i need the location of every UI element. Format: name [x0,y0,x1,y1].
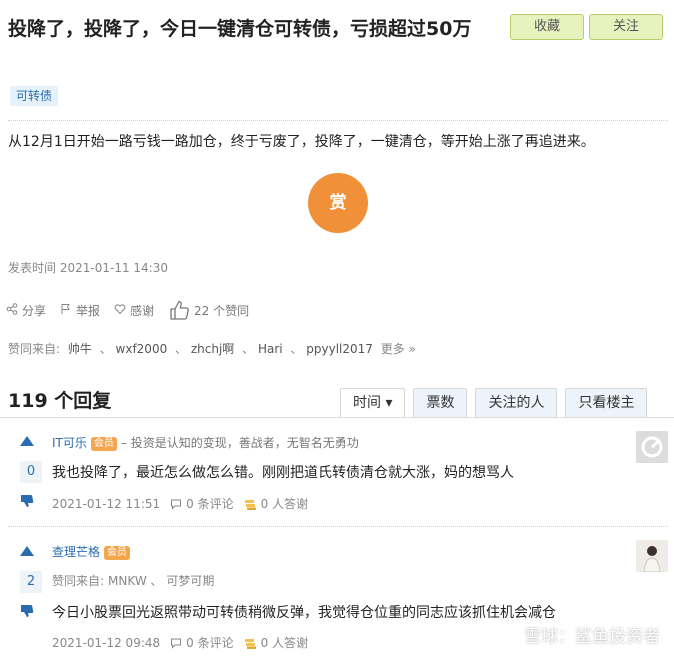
reply-count-title: 119 个回复 [8,390,112,412]
avatar[interactable] [636,431,668,463]
reward-button[interactable]: 赏 [308,173,368,233]
collect-button[interactable]: 收藏 [510,14,584,40]
comments-count: 0 条评论 [186,497,234,511]
like-button[interactable]: 22 个赞同 [168,299,249,321]
thanks-count: 0 人答谢 [260,636,309,650]
reply-likers-names[interactable]: MNKW 、 可梦可期 [108,572,214,589]
follow-button[interactable]: 关注 [589,14,663,40]
reply-likers-prefix: 赞同来自: [52,574,105,588]
coins-icon [244,499,256,510]
likers-more-link[interactable]: 更多 » [381,342,416,356]
tab-votes[interactable]: 票数 [413,388,468,418]
avatar[interactable] [636,540,668,572]
reply-sort-tabs: 时间 ▾ 票数 关注的人 只看楼主 [340,388,648,418]
flag-icon [60,303,72,318]
post-time-value: 2021-01-11 14:30 [59,261,168,275]
post-time: 发表时间 2021-01-11 14:30 [8,259,168,276]
divider [8,120,668,121]
tab-following[interactable]: 关注的人 [475,388,558,418]
vote-count: 2 [20,571,42,593]
user-bio: – 投资是认知的变现，善战者，无智名无勇功 [120,436,359,450]
divider [0,417,674,418]
comments-button[interactable]: 0 条评论 [170,634,234,651]
report-button[interactable]: 举报 [60,302,100,319]
heart-icon [114,303,126,318]
reply-meta: 2021-01-12 09:48 0 条评论 0 人答谢 [52,634,308,651]
username-link[interactable]: IT可乐 [52,436,87,450]
reply-text: 我也投降了，最近怎么做怎么错。刚刚把道氏转债清仓就大涨，妈的想骂人 [52,465,514,481]
liker-name[interactable]: 帅牛 [68,342,92,356]
upvote-icon[interactable] [20,546,34,556]
like-count: 22 个赞同 [194,303,250,318]
thumbs-down-icon[interactable] [20,494,34,508]
comments-count: 0 条评论 [186,636,234,650]
share-button[interactable]: 分享 [6,302,46,319]
reply-time: 2021-01-12 09:48 [52,635,161,650]
reply-likers: 赞同来自: MNKW 、 可梦可期 [52,572,214,589]
share-icon [6,302,18,318]
tab-time[interactable]: 时间 ▾ [340,388,406,418]
post-content: 从12月1日开始一路亏钱一路加仓，终于亏废了，投降了，一键清仓，等开始上涨了再追… [8,134,595,150]
post-title: 投降了，投降了，今日一键清仓可转债，亏损超过50万 [8,18,472,40]
topic-tag[interactable]: 可转债 [10,86,59,106]
coins-icon [244,638,256,649]
thanks-button[interactable]: 感谢 [114,302,154,319]
reply-text: 今日小股票回光返照带动可转债稍微反弹，我觉得仓位重的同志应该抓住机会减仓 [52,605,556,621]
watermark: 雪球：鲨鱼投资者 [524,627,660,647]
reply-author: 查理芒格 会员 [52,543,131,560]
liker-name[interactable]: zhchj啊 [191,342,234,356]
likers-prefix: 赞同来自: [8,342,61,356]
post-time-label: 发表时间 [8,261,57,275]
likers-line: 赞同来自: 帅牛 、 wxf2000 、 zhchj啊 、 Hari 、 ppy… [8,342,416,356]
comment-icon [171,638,182,649]
reply-meta: 2021-01-12 11:51 0 条评论 0 人答谢 [52,495,308,512]
thanks-count-button[interactable]: 0 人答谢 [244,495,308,512]
thanks-count: 0 人答谢 [260,497,309,511]
reply-time: 2021-01-12 11:51 [52,496,161,511]
tab-author-only[interactable]: 只看楼主 [565,388,648,418]
liker-name[interactable]: Hari [258,342,283,356]
liker-name[interactable]: wxf2000 [116,342,168,356]
comment-icon [171,499,182,510]
vip-badge: 会员 [90,437,117,451]
thanks-label: 感谢 [130,303,155,318]
liker-name[interactable]: ppyyll2017 [306,342,373,356]
thanks-count-button[interactable]: 0 人答谢 [244,634,308,651]
thumbs-down-icon[interactable] [20,604,34,618]
upvote-icon[interactable] [20,436,34,446]
divider [8,526,668,527]
thumbs-up-icon [168,299,190,321]
post-actions: 分享 举报 感谢 22 个赞同 [6,292,249,328]
vote-count: 0 [20,461,42,483]
comments-button[interactable]: 0 条评论 [170,495,234,512]
share-label: 分享 [22,303,47,318]
reply-author: IT可乐 会员 – 投资是认知的变现，善战者，无智名无勇功 [52,434,359,451]
report-label: 举报 [76,303,101,318]
vip-badge: 会员 [104,546,131,560]
username-link[interactable]: 查理芒格 [52,545,100,559]
